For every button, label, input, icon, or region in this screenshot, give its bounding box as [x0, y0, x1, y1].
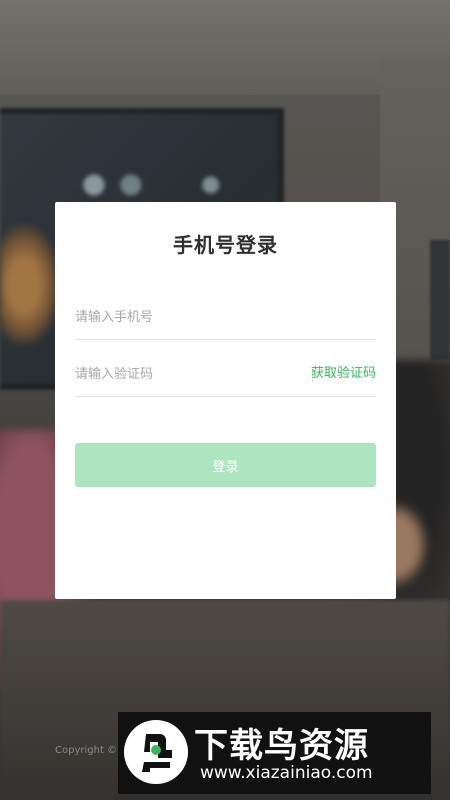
login-card: 手机号登录 获取验证码 登录: [55, 202, 396, 599]
watermark-banner: 下载鸟资源 www.xiazainiao.com: [118, 712, 431, 794]
watermark-title: 下载鸟资源: [194, 726, 369, 766]
page-title: 手机号登录: [173, 233, 278, 257]
login-button[interactable]: 登录: [75, 443, 376, 487]
copyright-text: Copyright ©: [55, 745, 118, 756]
phone-input[interactable]: [75, 295, 376, 339]
verification-code-input[interactable]: [75, 352, 285, 396]
get-code-button[interactable]: 获取验证码: [311, 352, 376, 396]
code-field: 获取验证码: [75, 352, 376, 397]
bird-logo-icon: [124, 720, 188, 784]
phone-field: [75, 295, 376, 340]
watermark-url: www.xiazainiao.com: [200, 763, 373, 783]
